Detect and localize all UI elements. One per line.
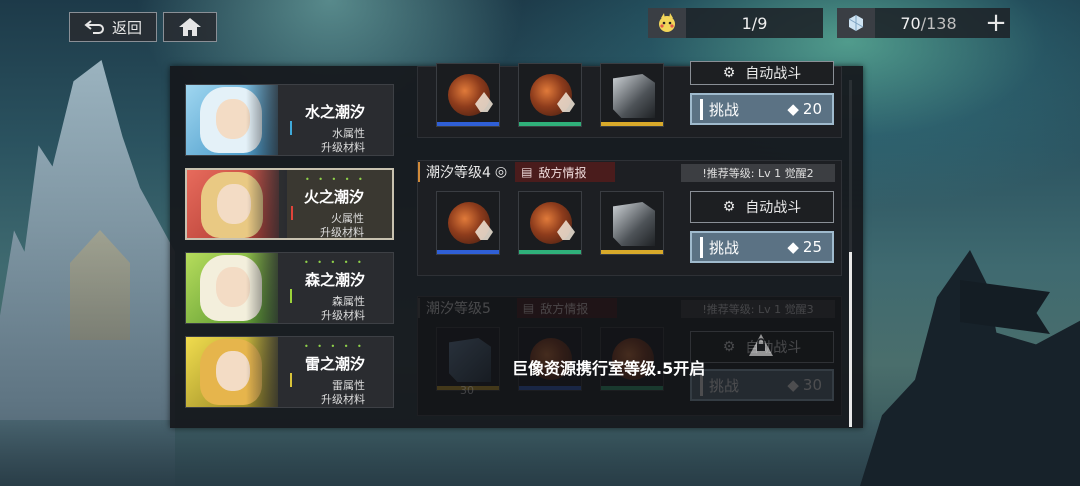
auto-battle-button[interactable]: ⚙ 自动战斗 bbox=[690, 61, 834, 85]
pikachu-stamina-icon bbox=[648, 8, 686, 38]
challenge-cost: ◆ 20 bbox=[787, 100, 822, 118]
stamina-counter: 1/9 bbox=[648, 8, 823, 38]
rarity-bar bbox=[519, 122, 581, 126]
reward-item[interactable] bbox=[600, 63, 664, 127]
character-face bbox=[216, 267, 250, 307]
scrollbar-thumb[interactable] bbox=[849, 252, 852, 427]
crystal-small-icon: ◆ bbox=[787, 238, 799, 256]
element-item-fire[interactable]: • • • • • 火之潮汐 火属性 升级材料 bbox=[185, 168, 394, 240]
home-button[interactable] bbox=[163, 12, 217, 42]
reward-item[interactable] bbox=[518, 191, 582, 255]
crystal-icon bbox=[837, 8, 875, 38]
back-label: 返回 bbox=[111, 18, 142, 37]
back-arrow-icon bbox=[84, 20, 106, 34]
home-icon bbox=[178, 17, 202, 37]
enemy-intel-label: 敌方情报 bbox=[538, 165, 587, 180]
back-button[interactable]: 返回 bbox=[69, 12, 157, 42]
character-face bbox=[216, 351, 250, 391]
element-material: 升级材料 bbox=[321, 309, 365, 322]
stage-card-4: 潮汐等级4 ◎ ▤ 敌方情报 !推荐等级: Lv 1 觉醒2 ⚙ 自动战斗 挑战 ◆… bbox=[417, 160, 842, 276]
element-swirl-icon: ◎ bbox=[494, 164, 508, 180]
challenge-cost: ◆ 25 bbox=[787, 238, 822, 256]
element-name: 火之潮汐 bbox=[303, 188, 364, 206]
reward-item[interactable] bbox=[436, 63, 500, 127]
crystal-value: 70/138 bbox=[900, 13, 957, 33]
element-accent-bar bbox=[290, 289, 292, 303]
reward-item[interactable] bbox=[600, 191, 664, 255]
challenge-button[interactable]: 挑战 ◆ 25 bbox=[690, 231, 834, 263]
enemy-intel-button[interactable]: ▤ 敌方情报 bbox=[515, 162, 616, 182]
reward-item[interactable] bbox=[436, 191, 500, 255]
document-icon: ▤ bbox=[521, 165, 533, 179]
character-face bbox=[217, 184, 251, 224]
gear-icon: ⚙ bbox=[722, 65, 736, 81]
crystal-counter: 70/138 + bbox=[837, 8, 1010, 38]
auto-battle-label: 自动战斗 bbox=[745, 66, 802, 82]
material-book-icon bbox=[613, 202, 655, 246]
stage-header: 潮汐等级4 ◎ ▤ 敌方情报 bbox=[418, 161, 616, 183]
element-item-water[interactable]: 水之潮汐 水属性 升级材料 bbox=[185, 84, 394, 156]
element-material: 升级材料 bbox=[320, 226, 364, 239]
auto-battle-label: 自动战斗 bbox=[745, 200, 802, 216]
fire-character-portrait bbox=[187, 170, 287, 238]
element-rank-dots: • • • • • bbox=[305, 175, 366, 184]
reward-item[interactable] bbox=[518, 63, 582, 127]
element-material: 升级材料 bbox=[321, 141, 365, 154]
element-accent-bar bbox=[291, 206, 293, 220]
auto-battle-button[interactable]: ⚙ 自动战斗 bbox=[690, 191, 834, 223]
element-accent-bar bbox=[290, 373, 292, 387]
element-rank-dots: • • • • • bbox=[304, 258, 365, 267]
crystal-small-icon: ◆ bbox=[787, 100, 799, 118]
rarity-bar bbox=[601, 250, 663, 254]
element-material: 升级材料 bbox=[321, 393, 365, 406]
element-item-thunder[interactable]: • • • • • 雷之潮汐 雷属性 升级材料 bbox=[185, 336, 394, 408]
rarity-bar bbox=[601, 122, 663, 126]
recommended-level: !推荐等级: Lv 1 觉醒2 bbox=[681, 164, 835, 182]
stage-title: 潮汐等级4 bbox=[418, 162, 491, 182]
rarity-bar bbox=[519, 250, 581, 254]
challenge-button[interactable]: 挑战 ◆ 20 bbox=[690, 93, 834, 125]
element-name: 水之潮汐 bbox=[304, 103, 365, 121]
element-rank-dots: • • • • • bbox=[304, 342, 365, 351]
element-name: 雷之潮汐 bbox=[304, 355, 365, 373]
stamina-value: 1/9 bbox=[741, 13, 768, 33]
unlock-requirement-text: 巨像资源携行室等级.5开启 bbox=[512, 359, 706, 378]
challenge-label: 挑战 bbox=[700, 236, 739, 258]
element-accent-bar bbox=[290, 121, 292, 135]
thunder-character-portrait bbox=[186, 337, 286, 407]
add-crystal-button[interactable]: + bbox=[982, 8, 1010, 38]
element-item-forest[interactable]: • • • • • 森之潮汐 森属性 升级材料 bbox=[185, 252, 394, 324]
lock-icon bbox=[748, 333, 774, 361]
character-face bbox=[216, 99, 250, 139]
forest-character-portrait bbox=[186, 253, 286, 323]
rarity-bar bbox=[437, 250, 499, 254]
rarity-bar bbox=[437, 122, 499, 126]
stage-card-3: ⚙ 自动战斗 挑战 ◆ 20 bbox=[417, 61, 842, 138]
material-book-icon bbox=[613, 74, 655, 118]
gear-icon: ⚙ bbox=[722, 199, 736, 215]
challenge-label: 挑战 bbox=[700, 98, 739, 120]
water-character-portrait bbox=[186, 85, 286, 155]
element-name: 森之潮汐 bbox=[304, 271, 365, 289]
